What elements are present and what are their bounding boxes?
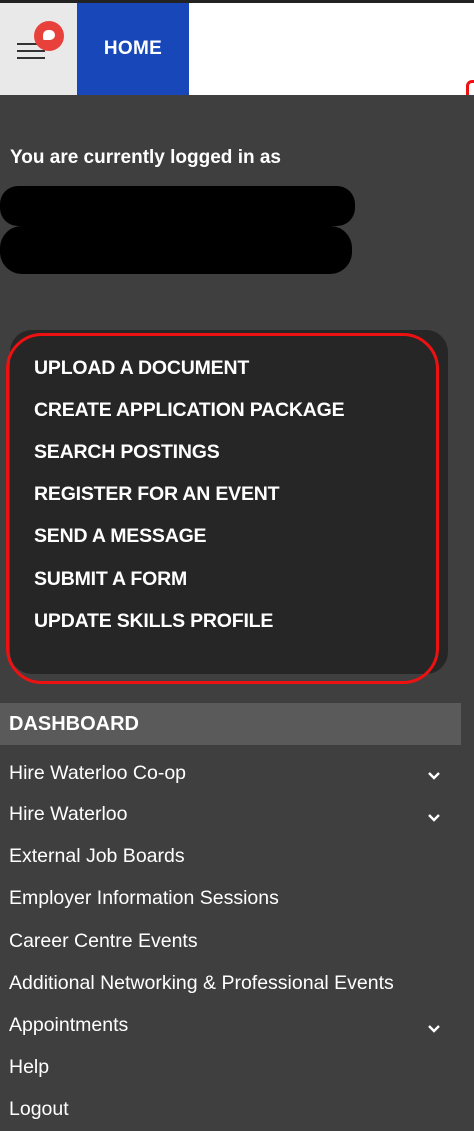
nav-item-help[interactable]: Help [9,1056,49,1079]
update-skills-profile-link[interactable]: UPDATE SKILLS PROFILE [34,610,273,633]
redacted-username [0,186,355,226]
redacted-username-line2 [0,226,352,274]
send-message-link[interactable]: SEND A MESSAGE [34,525,207,548]
chevron-down-icon[interactable] [427,811,441,825]
nav-item-appointments[interactable]: Appointments [9,1014,128,1037]
home-tab[interactable]: HOME [77,3,189,95]
create-application-package-link[interactable]: CREATE APPLICATION PACKAGE [34,399,345,422]
nav-item-hire-waterloo[interactable]: Hire Waterloo [9,803,127,826]
nav-item-career-centre-events[interactable]: Career Centre Events [9,930,198,953]
logged-in-label: You are currently logged in as [10,147,281,168]
nav-item-employer-info-sessions[interactable]: Employer Information Sessions [9,887,279,910]
nav-item-logout[interactable]: Logout [9,1098,69,1121]
nav-item-networking-events[interactable]: Additional Networking & Professional Eve… [9,972,394,995]
notification-badge-icon[interactable] [34,21,64,51]
menu-toggle-button[interactable] [0,3,77,95]
nav-item-hire-waterloo-coop[interactable]: Hire Waterloo Co-op [9,762,186,785]
upload-document-link[interactable]: UPLOAD A DOCUMENT [34,357,249,380]
search-postings-link[interactable]: SEARCH POSTINGS [34,441,220,464]
chevron-down-icon[interactable] [427,769,441,783]
register-event-link[interactable]: REGISTER FOR AN EVENT [34,483,280,506]
chat-bubble-icon [43,30,55,40]
submit-form-link[interactable]: SUBMIT A FORM [34,568,187,591]
dashboard-link[interactable]: DASHBOARD [0,703,461,745]
chevron-down-icon[interactable] [427,1022,441,1036]
nav-item-external-job-boards[interactable]: External Job Boards [9,845,185,868]
